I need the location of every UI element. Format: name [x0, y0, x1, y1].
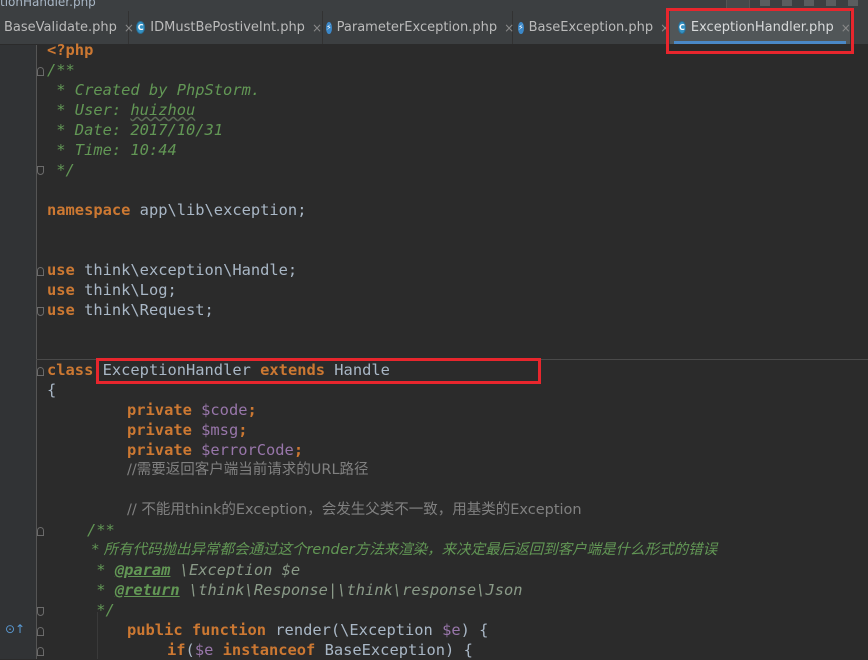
code-line: if($e instanceof BaseException) {	[167, 640, 473, 660]
code-line: private $msg;	[127, 420, 248, 440]
code-line: /**	[87, 521, 115, 539]
debug-icon[interactable]	[782, 0, 792, 6]
property: $errorCode	[191, 441, 294, 459]
php-file-icon: ⚡	[518, 21, 524, 34]
keyword: namespace	[47, 201, 131, 219]
doc-tag: @param	[114, 561, 171, 579]
tab-base-exception[interactable]: ⚡ BaseException.php ×	[510, 11, 670, 44]
punct: ;	[293, 441, 304, 459]
code-line: * Time: 10:44	[47, 141, 177, 159]
keyword: private	[127, 421, 192, 439]
tab-label: IDMustBePostiveInt.php	[150, 20, 305, 35]
tab-label: BaseValidate.php	[4, 20, 117, 35]
doc-text: render	[306, 542, 355, 558]
function-signature: render(\Exception	[266, 621, 443, 639]
doc-text: * 所有代码抛出异常都会通过这个	[87, 542, 307, 558]
code-line: * @return \think\Response|\think\respons…	[87, 580, 523, 600]
doc-tag: @return	[114, 581, 180, 599]
code-line: */	[47, 161, 75, 179]
keyword: use	[47, 281, 75, 299]
keyword: use	[47, 261, 75, 279]
keyword: class	[47, 361, 94, 379]
punct: (	[185, 641, 195, 659]
use-path: think\Request;	[74, 301, 214, 319]
property: $code	[191, 401, 248, 419]
doc-text: * User:	[47, 101, 131, 119]
keyword: private	[127, 441, 192, 459]
doc-text: 方法来渲染，来决定最后返回到客户端是什么形式的错误	[354, 542, 718, 558]
window-title: tionHandler.php	[0, 0, 96, 9]
fold-marker-icon[interactable]	[37, 607, 44, 616]
code-line: * User: huizhou	[47, 100, 195, 120]
function-signature: ) {	[460, 621, 489, 639]
namespace-path: app\lib\exception;	[130, 201, 307, 219]
doc-text: \Exception $e	[170, 561, 301, 579]
code-line: // 不能用think的Exception，会发生父类不一致，用基类的Excep…	[127, 502, 582, 518]
param-var: $e	[442, 621, 461, 639]
tab-id-must-be-positive-int[interactable]: C IDMustBePostiveInt.php ×	[128, 11, 323, 44]
keyword: public	[127, 621, 183, 639]
fold-marker-icon[interactable]	[37, 627, 44, 636]
keyword: use	[47, 301, 75, 319]
code-line: * @param \Exception $e	[87, 560, 300, 580]
code-line: <?php	[47, 40, 93, 60]
fold-marker-icon[interactable]	[37, 367, 44, 376]
doc-user: huizhou	[130, 101, 196, 119]
php-file-icon: ⚡	[326, 21, 332, 34]
code-line: use think\exception\Handle;	[47, 260, 297, 280]
code-line: use think\Request;	[47, 300, 214, 320]
keyword: instanceof	[213, 641, 316, 659]
code-line: * Date: 2017/10/31	[47, 121, 224, 139]
fold-marker-icon[interactable]	[37, 307, 44, 316]
php-open-tag: <?php	[47, 41, 94, 59]
tab-parameter-exception[interactable]: ⚡ ParameterException.php ×	[318, 11, 514, 44]
keyword: private	[127, 401, 192, 419]
code-line: public function render(\Exception $e) {	[127, 620, 488, 640]
fold-marker-icon[interactable]	[37, 267, 44, 276]
property: $msg	[191, 421, 239, 439]
stop-icon[interactable]	[826, 0, 836, 6]
doc-text: *	[87, 581, 115, 599]
keyword: if	[167, 641, 186, 659]
code-text: BaseException) {	[315, 641, 473, 659]
run-icon[interactable]	[760, 0, 770, 6]
code-line: use think\Log;	[47, 280, 177, 300]
keyword: function	[182, 621, 267, 639]
fold-marker-icon[interactable]	[37, 67, 44, 76]
search-icon[interactable]	[848, 0, 858, 6]
doc-text: \think\Response|\think\response\Json	[179, 581, 523, 599]
doc-text: *	[87, 561, 115, 579]
punct: ;	[238, 421, 248, 439]
code-line: private $code;	[127, 400, 257, 420]
line-gutter	[0, 45, 37, 659]
code-line: * 所有代码抛出异常都会通过这个render方法来渲染，来决定最后返回到客户端是…	[87, 540, 718, 560]
fold-marker-icon[interactable]	[37, 647, 44, 656]
fold-marker-icon[interactable]	[37, 527, 44, 536]
var: $e	[194, 641, 214, 659]
code-line: {	[47, 381, 57, 399]
code-line: private $errorCode;	[127, 440, 303, 460]
fold-marker-icon[interactable]	[37, 166, 44, 175]
php-class-icon: C	[136, 21, 146, 34]
punct: ;	[247, 401, 257, 419]
tab-label: BaseException.php	[528, 20, 654, 35]
override-method-icon[interactable]: ⊙↑	[5, 622, 25, 636]
use-path: think\Log;	[74, 281, 177, 299]
tab-highlight-box	[666, 8, 854, 54]
code-line: /**	[47, 61, 75, 79]
code-line: * Created by PhpStorm.	[47, 81, 261, 99]
code-line: */	[87, 601, 115, 619]
class-highlight-box	[96, 358, 541, 384]
tab-label: ParameterException.php	[336, 20, 498, 35]
coverage-icon[interactable]	[804, 0, 814, 6]
code-line: //需要返回客户端当前请求的URL路径	[127, 462, 369, 478]
code-line: namespace app\lib\exception;	[47, 200, 306, 220]
use-path: think\exception\Handle;	[74, 261, 298, 279]
